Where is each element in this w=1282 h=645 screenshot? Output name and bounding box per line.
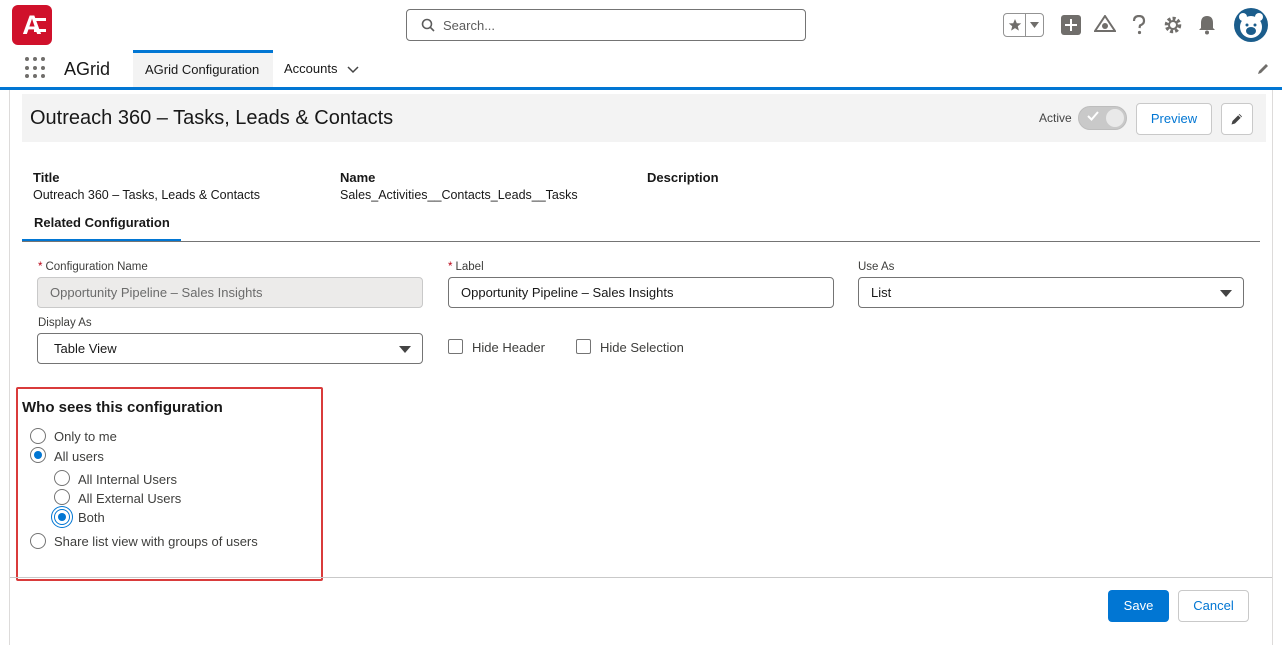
cancel-button[interactable]: Cancel	[1178, 590, 1249, 622]
nav-bar: AGrid AGrid Configuration Accounts	[0, 50, 1282, 90]
radio-all-external-users[interactable]	[54, 489, 70, 505]
display-as-select[interactable]: Table View	[37, 333, 423, 364]
required-mark: *	[448, 261, 453, 273]
pencil-icon	[1231, 114, 1242, 125]
add-icon[interactable]	[1060, 14, 1082, 36]
label-field[interactable]: Opportunity Pipeline – Sales Insights	[448, 277, 834, 308]
hide-selection-checkbox[interactable]	[576, 339, 591, 354]
display-as-label: Display As	[38, 317, 92, 329]
header-icons	[1003, 8, 1268, 42]
search-icon	[421, 18, 435, 32]
chevron-down-icon[interactable]	[347, 66, 360, 74]
radio-all-users[interactable]	[30, 447, 46, 463]
use-as-select[interactable]: List	[858, 277, 1244, 308]
radio-all-users-label: All users	[54, 449, 104, 464]
radio-all-internal-users-label: All Internal Users	[78, 472, 177, 487]
record-header: Outreach 360 – Tasks, Leads & Contacts A…	[22, 94, 1266, 142]
star-icon[interactable]	[1004, 14, 1026, 36]
footer-divider	[10, 577, 1272, 578]
tab-accounts[interactable]: Accounts	[272, 50, 371, 87]
config-name-field[interactable]: Opportunity Pipeline – Sales Insights	[37, 277, 423, 308]
visibility-section-title: Who sees this configuration	[22, 399, 223, 416]
global-header: A Search...	[0, 0, 1282, 50]
radio-all-external-users-label: All External Users	[78, 491, 182, 506]
tab-related-configuration[interactable]: Related Configuration	[22, 209, 181, 242]
hide-header-label: Hide Header	[472, 340, 545, 355]
gear-icon[interactable]	[1162, 14, 1184, 36]
caret-down-icon	[399, 346, 411, 353]
record-card: Outreach 360 – Tasks, Leads & Contacts A…	[9, 90, 1273, 645]
save-button[interactable]: Save	[1108, 590, 1169, 622]
page-title: Outreach 360 – Tasks, Leads & Contacts	[30, 107, 394, 129]
name-field-value: Sales_Activities__Contacts_Leads__Tasks	[340, 188, 578, 202]
use-as-label: Use As	[858, 261, 895, 273]
search-input[interactable]: Search...	[406, 9, 806, 41]
trailhead-icon[interactable]	[1094, 14, 1116, 36]
radio-share-groups[interactable]	[30, 533, 46, 549]
toggle-knob	[1106, 109, 1124, 127]
title-field-value: Outreach 360 – Tasks, Leads & Contacts	[33, 188, 260, 202]
hide-header-checkbox[interactable]	[448, 339, 463, 354]
caret-down-icon	[1220, 290, 1232, 297]
label-field-label: * Label	[448, 261, 484, 273]
hide-selection-label: Hide Selection	[600, 340, 684, 355]
favorites-group	[1003, 13, 1044, 37]
app-logo-icon[interactable]: A	[12, 5, 52, 45]
description-field-label: Description	[647, 170, 719, 185]
title-field-label: Title	[33, 170, 60, 185]
chevron-down-icon[interactable]	[1026, 22, 1043, 28]
active-label: Active	[1039, 111, 1072, 125]
active-toggle[interactable]	[1078, 106, 1127, 130]
help-icon[interactable]	[1128, 14, 1150, 36]
app-name: AGrid	[64, 59, 111, 79]
search-placeholder: Search...	[443, 17, 496, 33]
label-field-label-text: Label	[455, 261, 484, 273]
edit-button[interactable]	[1221, 103, 1253, 135]
avatar[interactable]	[1234, 8, 1268, 42]
tab-agrid-configuration[interactable]: AGrid Configuration	[133, 50, 273, 87]
preview-button[interactable]: Preview	[1136, 103, 1212, 135]
config-name-label: * Configuration Name	[38, 261, 148, 273]
tab-divider	[22, 241, 1260, 242]
radio-only-to-me-label: Only to me	[54, 429, 117, 444]
display-as-value: Table View	[54, 341, 117, 356]
radio-both[interactable]	[54, 509, 70, 525]
radio-only-to-me[interactable]	[30, 428, 46, 444]
edit-nav-icon[interactable]	[1256, 62, 1270, 81]
config-name-label-text: Configuration Name	[45, 261, 148, 273]
radio-share-groups-label: Share list view with groups of users	[54, 534, 258, 549]
radio-both-label: Both	[78, 510, 105, 525]
bell-icon[interactable]	[1196, 14, 1218, 36]
name-field-label: Name	[340, 170, 376, 185]
radio-all-internal-users[interactable]	[54, 470, 70, 486]
use-as-value: List	[871, 285, 892, 300]
required-mark: *	[38, 261, 43, 273]
app-launcher-icon[interactable]	[25, 57, 47, 79]
check-icon	[1087, 111, 1099, 121]
tab-accounts-label: Accounts	[284, 61, 338, 76]
